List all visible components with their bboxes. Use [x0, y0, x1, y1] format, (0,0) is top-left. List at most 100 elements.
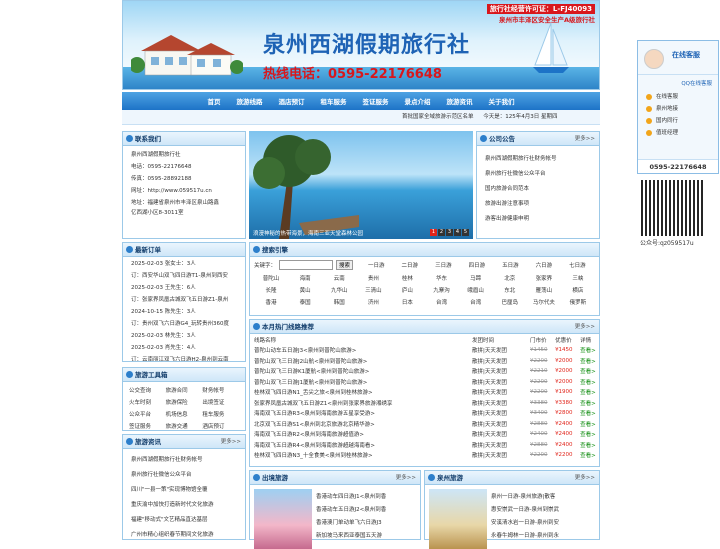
order-item[interactable]: 订：张家界凤凰古城双飞五日游Z1-泉州 — [123, 294, 245, 306]
day-filter[interactable]: 七日游 — [569, 261, 586, 269]
route-link[interactable]: 普陀山双飞三日游J2山航<泉州到普陀山旅游> — [250, 356, 468, 367]
tool-link[interactable]: 机场信息 — [166, 409, 203, 421]
keyword-link[interactable]: 黄山 — [288, 285, 322, 297]
route-link[interactable]: 桂林双飞四日游N1_舌尖之旅<泉州到桂林旅游> — [250, 387, 468, 398]
notice-item[interactable]: 旅游出游注意事项 — [477, 197, 599, 212]
keyword-link[interactable]: 华东 — [424, 273, 458, 285]
nav-scenic[interactable]: 景点介绍 — [397, 96, 439, 106]
keyword-link[interactable]: 马尔代夫 — [527, 297, 561, 309]
day-filter[interactable]: 五日游 — [502, 261, 519, 269]
keyword-link[interactable]: 庐山 — [390, 285, 424, 297]
quanzhou-item[interactable]: 惠安崇武一日游-泉州到崇武 — [491, 504, 559, 517]
nav-hotels[interactable]: 酒店预订 — [271, 96, 313, 106]
service-item[interactable]: 值班经理 — [638, 127, 718, 139]
tool-link[interactable]: 旅游交通 — [166, 421, 203, 433]
route-view-link[interactable]: 查看> — [576, 345, 599, 356]
service-item[interactable]: 泉州地接 — [638, 103, 718, 115]
notice-item[interactable]: 泉州旅行社微信公众平台 — [477, 167, 599, 182]
route-view-link[interactable]: 查看> — [576, 429, 599, 440]
route-view-link[interactable]: 查看> — [576, 398, 599, 409]
nav-visa[interactable]: 签证服务 — [355, 96, 397, 106]
news-item[interactable]: 泉州旅行社微信公众平台 — [123, 468, 245, 483]
outbound-thumbnail[interactable] — [254, 489, 312, 549]
subbar-notice[interactable]: 首批国家全域旅游示范区名单 — [402, 114, 474, 120]
keyword-link[interactable]: 横店 — [561, 285, 595, 297]
service-item[interactable]: 在线客服 — [638, 91, 718, 103]
day-filter[interactable]: 一日游 — [368, 261, 385, 269]
tool-link[interactable]: 公众平台 — [129, 409, 166, 421]
keyword-link[interactable]: 长隆 — [254, 285, 288, 297]
day-filter[interactable]: 二日游 — [402, 261, 419, 269]
photo-slider[interactable]: 浪漫神秘的热带海景，海南三亚天堂森林公园 1 2 3 4 5 — [249, 131, 473, 239]
keyword-link[interactable]: 普陀山 — [254, 273, 288, 285]
hot-routes-more-link[interactable]: 更多>> — [575, 320, 595, 334]
news-item[interactable]: 四川"一县一策"实现博物馆全覆 — [123, 483, 245, 498]
news-item[interactable]: 福建"移动式"文艺精品直达基层 — [123, 513, 245, 528]
quanzhou-more-link[interactable]: 更多>> — [575, 471, 595, 485]
tool-link[interactable]: 旅游保险 — [166, 397, 203, 409]
route-link[interactable]: 普陀山双飞三日游J1厦航<泉州到普陀山旅游> — [250, 377, 468, 388]
quanzhou-item[interactable]: 安溪清水岩一日游-泉州到安 — [491, 517, 559, 530]
tool-link[interactable]: 签证服务 — [129, 421, 166, 433]
notice-item[interactable]: 国内旅游合同范本 — [477, 182, 599, 197]
route-link[interactable]: 张家界凤凰古城双飞五日游Z1<泉州到张家界旅游湘绣享 — [250, 398, 468, 409]
contact-website[interactable]: 网址：http://www.059517u.cn — [123, 185, 245, 197]
outbound-item[interactable]: 香港澳门单动单飞六日游J3 — [316, 517, 386, 530]
nav-about[interactable]: 关于我们 — [481, 96, 523, 106]
keyword-link[interactable]: 香港 — [254, 297, 288, 309]
slider-page-5[interactable]: 5 — [462, 229, 469, 236]
route-view-link[interactable]: 查看> — [576, 387, 599, 398]
order-item[interactable]: 订：云南丽江双飞六日游H2-泉州到云南 — [123, 354, 245, 361]
keyword-link[interactable]: 峨眉山 — [459, 285, 493, 297]
quanzhou-item[interactable]: 永春牛姆林一日游-泉州到永 — [491, 530, 559, 543]
order-item[interactable]: 订：贵州双飞六日游G4_玩转贵州360度 — [123, 318, 245, 330]
keyword-link[interactable]: 台湾 — [459, 297, 493, 309]
day-filter[interactable]: 四日游 — [469, 261, 486, 269]
keyword-link[interactable]: 云南 — [322, 273, 356, 285]
route-link[interactable]: 北京双飞五日游S1<泉州到北京旅游北京精华游> — [250, 419, 468, 430]
keyword-link[interactable]: 三清山 — [356, 285, 390, 297]
route-view-link[interactable]: 查看> — [576, 440, 599, 451]
search-input[interactable] — [279, 260, 334, 270]
route-view-link[interactable]: 查看> — [576, 419, 599, 430]
route-link[interactable]: 桂林双飞四日游N3_十全食美<泉州到桂林旅游> — [250, 450, 468, 461]
keyword-link[interactable]: 张家界 — [527, 273, 561, 285]
keyword-link[interactable]: 巴厘岛 — [493, 297, 527, 309]
news-item[interactable]: 重庆渝中加快打造新时代文化旅游 — [123, 498, 245, 513]
nav-routes[interactable]: 旅游线路 — [229, 96, 271, 106]
route-view-link[interactable]: 查看> — [576, 450, 599, 461]
outbound-item[interactable]: 新加坡马来西亚泰国五天游 — [316, 530, 386, 543]
keyword-link[interactable]: 雁荡山 — [527, 285, 561, 297]
nav-car-rental[interactable]: 租车服务 — [313, 96, 355, 106]
keyword-link[interactable]: 泰国 — [288, 297, 322, 309]
notice-item[interactable]: 游客出游健康申明 — [477, 212, 599, 227]
route-link[interactable]: 普陀山动车五日游J3<泉州到普陀山旅游> — [250, 345, 468, 356]
quanzhou-thumbnail[interactable] — [429, 489, 487, 549]
tool-link[interactable]: 财务帐号 — [202, 385, 239, 397]
notice-more-link[interactable]: 更多>> — [575, 132, 595, 146]
route-link[interactable]: 海南双飞五日游R4<泉州到海南旅游超越海南看> — [250, 440, 468, 451]
keyword-link[interactable]: 济州 — [356, 297, 390, 309]
route-view-link[interactable]: 查看> — [576, 408, 599, 419]
keyword-link[interactable]: 台湾 — [424, 297, 458, 309]
route-view-link[interactable]: 查看> — [576, 366, 599, 377]
route-view-link[interactable]: 查看> — [576, 377, 599, 388]
nav-news[interactable]: 旅游资讯 — [439, 96, 481, 106]
news-item[interactable]: 泉州西湖假期旅行社财务帐号 — [123, 453, 245, 468]
keyword-link[interactable]: 桂林 — [390, 273, 424, 285]
day-filter[interactable]: 六日游 — [536, 261, 553, 269]
keyword-link[interactable]: 九华山 — [322, 285, 356, 297]
keyword-link[interactable]: 日本 — [390, 297, 424, 309]
slider-page-2[interactable]: 2 — [438, 229, 445, 236]
slider-page-4[interactable]: 4 — [454, 229, 461, 236]
service-item[interactable]: 国内同行 — [638, 115, 718, 127]
day-filter[interactable]: 三日游 — [435, 261, 452, 269]
outbound-item[interactable]: 香港动车四日游J1<泉州到香 — [316, 491, 386, 504]
slider-page-3[interactable]: 3 — [446, 229, 453, 236]
keyword-link[interactable]: 三峡 — [561, 273, 595, 285]
tool-link[interactable]: 租车服务 — [202, 409, 239, 421]
keyword-link[interactable]: 韩国 — [322, 297, 356, 309]
tool-link[interactable]: 旅游合同 — [166, 385, 203, 397]
quanzhou-item[interactable]: 泉州一日游-泉州旅游|散客 — [491, 491, 559, 504]
notice-item[interactable]: 泉州西湖假期旅行社财务帐号 — [477, 152, 599, 167]
